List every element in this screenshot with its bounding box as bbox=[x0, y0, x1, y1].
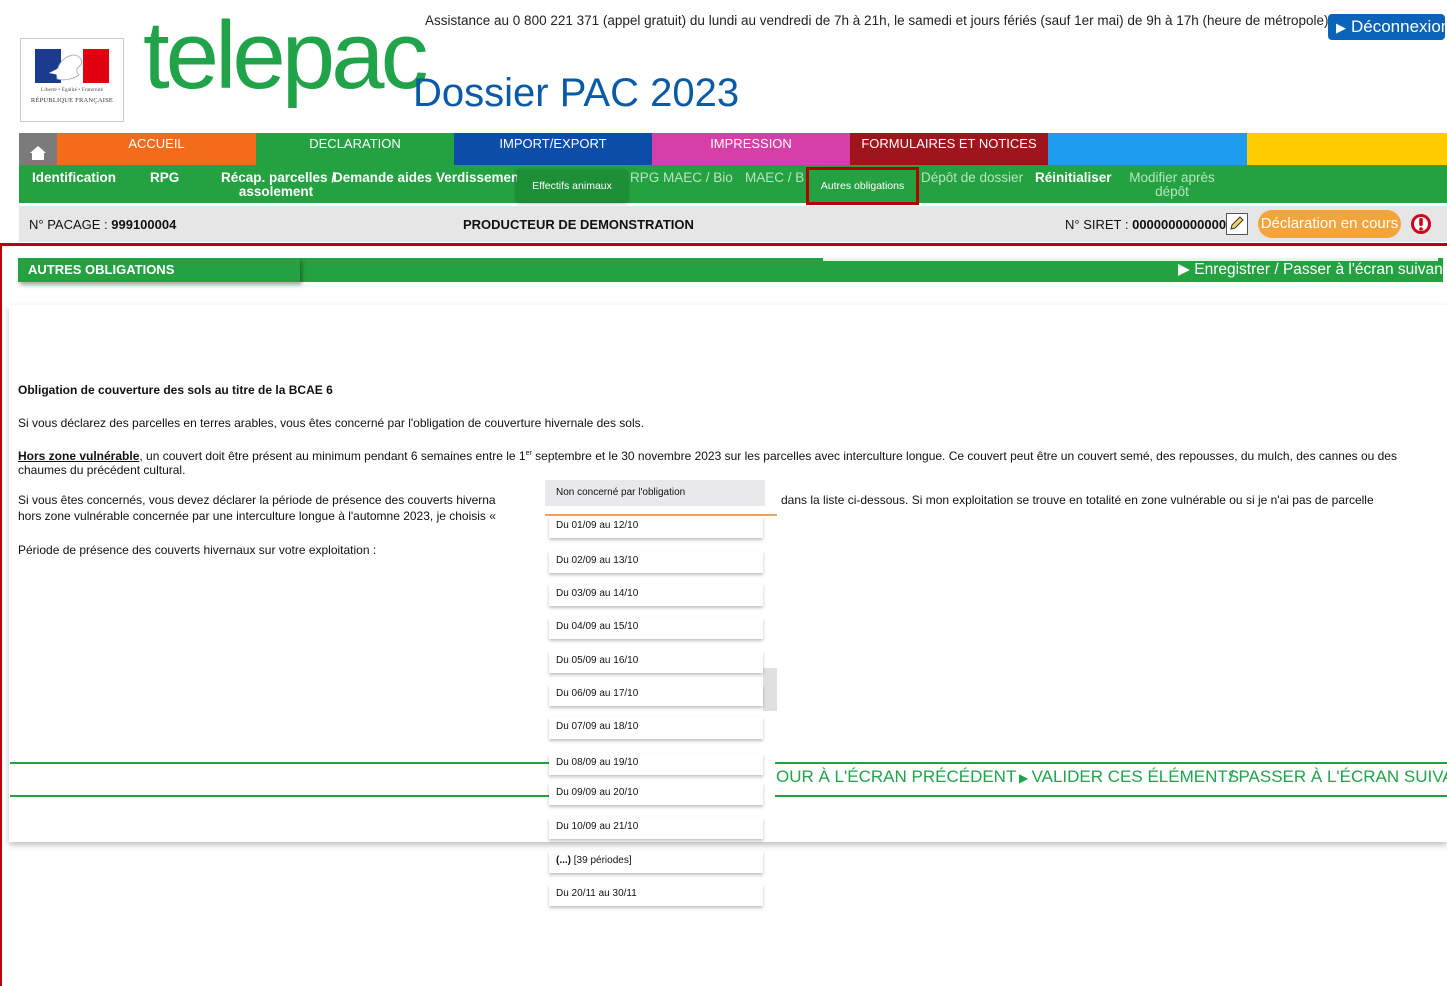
dossier-title: Dossier PAC 2023 bbox=[413, 71, 740, 115]
edit-button[interactable] bbox=[1226, 213, 1248, 235]
home-button[interactable] bbox=[19, 133, 57, 165]
bottom-line-top-right bbox=[775, 762, 1447, 764]
subnav-effectifs-animaux[interactable]: Effectifs animaux bbox=[517, 170, 627, 202]
paragraph-instructions-line2: hors zone vulnérable concernée par une i… bbox=[18, 509, 496, 523]
alert-icon[interactable] bbox=[1410, 213, 1432, 235]
siret-label: N° SIRET : bbox=[1065, 217, 1133, 232]
marianne-flag-icon bbox=[35, 49, 109, 83]
next-screen-button[interactable]: / PASSER À L'ÉCRAN SUIVANT bbox=[1229, 767, 1447, 787]
status-badge[interactable]: Déclaration en cours bbox=[1258, 210, 1401, 238]
assistance-text: Assistance au 0 800 221 371 (appel gratu… bbox=[425, 13, 1333, 28]
play-icon: ▶ bbox=[1336, 20, 1346, 35]
period-label: Période de présence des couverts hiverna… bbox=[18, 543, 377, 557]
validate-button[interactable]: ▶ VALIDER CES ÉLÉMENTS bbox=[1019, 767, 1239, 787]
producer-name: PRODUCTEUR DE DEMONSTRATION bbox=[463, 217, 694, 232]
play-icon: ▶ bbox=[1178, 261, 1195, 278]
section-title: AUTRES OBLIGATIONS bbox=[18, 258, 300, 282]
save-next-button[interactable]: ▶ Enregistrer / Passer à l'écran suivant bbox=[1178, 260, 1447, 279]
subnav-identification[interactable]: Identification bbox=[32, 171, 116, 185]
subnav-recap-line2: assolement bbox=[238, 184, 314, 199]
tab-import-export[interactable]: IMPORT/EXPORT bbox=[454, 133, 652, 165]
period-option[interactable]: Du 06/09 au 17/10 bbox=[549, 684, 763, 706]
period-option[interactable]: Du 03/09 au 14/10 bbox=[549, 584, 763, 606]
tab-declaration[interactable]: DECLARATION bbox=[256, 133, 454, 165]
period-option[interactable]: Du 02/09 au 13/10 bbox=[549, 551, 763, 573]
subnav-recap-line1: Récap. parcelles / bbox=[221, 170, 336, 185]
logout-button[interactable]: ▶ Déconnexion bbox=[1328, 14, 1445, 40]
back-button[interactable]: OUR À L'ÉCRAN PRÉCÉDENT bbox=[776, 767, 1016, 787]
marianne-republique: RÉPUBLIQUE FRANÇAISE bbox=[30, 97, 114, 104]
red-separator bbox=[0, 243, 1447, 246]
paragraph-instructions-right: dans la liste ci-dessous. Si mon exploit… bbox=[781, 493, 1374, 507]
logout-label: Déconnexion bbox=[1351, 17, 1445, 36]
pacage-value: 999100004 bbox=[111, 217, 177, 232]
p2-text-a: , un couvert doit être présent au minimu… bbox=[139, 449, 526, 463]
pacage-number: N° PACAGE : 999100004 bbox=[29, 217, 176, 232]
bottom-line-top-left bbox=[10, 762, 550, 764]
period-option[interactable]: Du 20/11 au 30/11 bbox=[549, 884, 763, 906]
period-option[interactable]: Du 04/09 au 15/10 bbox=[549, 617, 763, 639]
play-icon: ▶ bbox=[1019, 771, 1032, 785]
period-option[interactable]: Du 01/09 au 12/10 bbox=[549, 516, 763, 538]
tab-yellow[interactable] bbox=[1247, 133, 1447, 165]
period-option[interactable]: Du 07/09 au 18/10 bbox=[549, 717, 763, 739]
marianne-logo: Liberté • Égalité • Fraternité RÉPUBLIQU… bbox=[20, 38, 124, 122]
left-red-border bbox=[0, 246, 2, 986]
period-option[interactable]: Du 10/09 au 21/10 bbox=[549, 817, 763, 839]
subnav-modifier[interactable]: Modifier après dépôt bbox=[1126, 171, 1218, 199]
pencil-icon bbox=[1230, 216, 1244, 230]
tab-accueil[interactable]: ACCUEIL bbox=[57, 133, 256, 165]
period-option[interactable]: Du 08/09 au 19/10 bbox=[549, 753, 763, 775]
subnav-depot-dossier[interactable]: Dépôt de dossier bbox=[921, 171, 1023, 185]
siret-number: N° SIRET : 00000000000000 bbox=[1065, 217, 1233, 232]
home-icon bbox=[30, 146, 46, 160]
subnav-rpg[interactable]: RPG bbox=[150, 171, 179, 185]
select-shadow bbox=[763, 668, 777, 711]
hors-zone-link[interactable]: Hors zone vulnérable bbox=[18, 449, 139, 463]
header: Assistance au 0 800 221 371 (appel gratu… bbox=[0, 0, 1447, 130]
period-select-selected[interactable]: Non concerné par l'obligation bbox=[545, 480, 765, 506]
subnav-demande-aides[interactable]: Demande aides bbox=[333, 171, 432, 185]
paragraph-instructions-left: Si vous êtes concernés, vous devez décla… bbox=[18, 493, 496, 507]
subnav-rpg-maec[interactable]: RPG MAEC / Bio bbox=[630, 171, 733, 185]
telepac-logo[interactable]: telepac bbox=[143, 8, 429, 104]
save-next-label: Enregistrer / Passer à l'écran suivant bbox=[1194, 261, 1447, 278]
tab-impression[interactable]: IMPRESSION bbox=[652, 133, 850, 165]
bottom-line-bottom-left bbox=[10, 795, 550, 797]
subnav-maec[interactable]: MAEC / Bio bbox=[745, 171, 805, 185]
period-option[interactable]: Du 09/09 au 20/10 bbox=[549, 783, 763, 805]
more-count: [39 périodes] bbox=[571, 855, 632, 866]
more-ellipsis: (...) bbox=[556, 855, 571, 866]
validate-label: VALIDER CES ÉLÉMENTS bbox=[1031, 767, 1240, 786]
subnav-reinitialiser[interactable]: Réinitialiser bbox=[1035, 171, 1112, 185]
subnav-verdissement[interactable]: Verdissement bbox=[436, 171, 524, 185]
period-option-more[interactable]: (...) [39 périodes] bbox=[549, 851, 763, 873]
siret-value: 00000000000000 bbox=[1132, 217, 1234, 232]
marianne-motto: Liberté • Égalité • Fraternité bbox=[40, 87, 104, 93]
tab-formulaires-notices[interactable]: FORMULAIRES ET NOTICES bbox=[850, 133, 1048, 165]
tab-blue[interactable] bbox=[1048, 133, 1247, 165]
subnav-autres-obligations[interactable]: Autres obligations bbox=[806, 167, 919, 205]
paragraph-hors-zone: Hors zone vulnérable, un couvert doit êt… bbox=[18, 447, 1443, 477]
info-bar: N° PACAGE : 999100004 PRODUCTEUR DE DEMO… bbox=[19, 206, 1447, 242]
bottom-line-bottom-right bbox=[775, 795, 1447, 797]
subnav-recap[interactable]: Récap. parcelles / assolement bbox=[221, 170, 336, 199]
obligation-title: Obligation de couverture des sols au tit… bbox=[18, 383, 333, 397]
main-nav: ACCUEIL DECLARATION IMPORT/EXPORT IMPRES… bbox=[19, 133, 1447, 165]
subnav-modifier-line2: dépôt bbox=[1155, 184, 1189, 199]
paragraph-intro: Si vous déclarez des parcelles en terres… bbox=[18, 416, 644, 430]
pacage-label: N° PACAGE : bbox=[29, 217, 112, 232]
subnav-modifier-line1: Modifier après bbox=[1129, 170, 1215, 185]
period-option[interactable]: Du 05/09 au 16/10 bbox=[549, 651, 763, 673]
